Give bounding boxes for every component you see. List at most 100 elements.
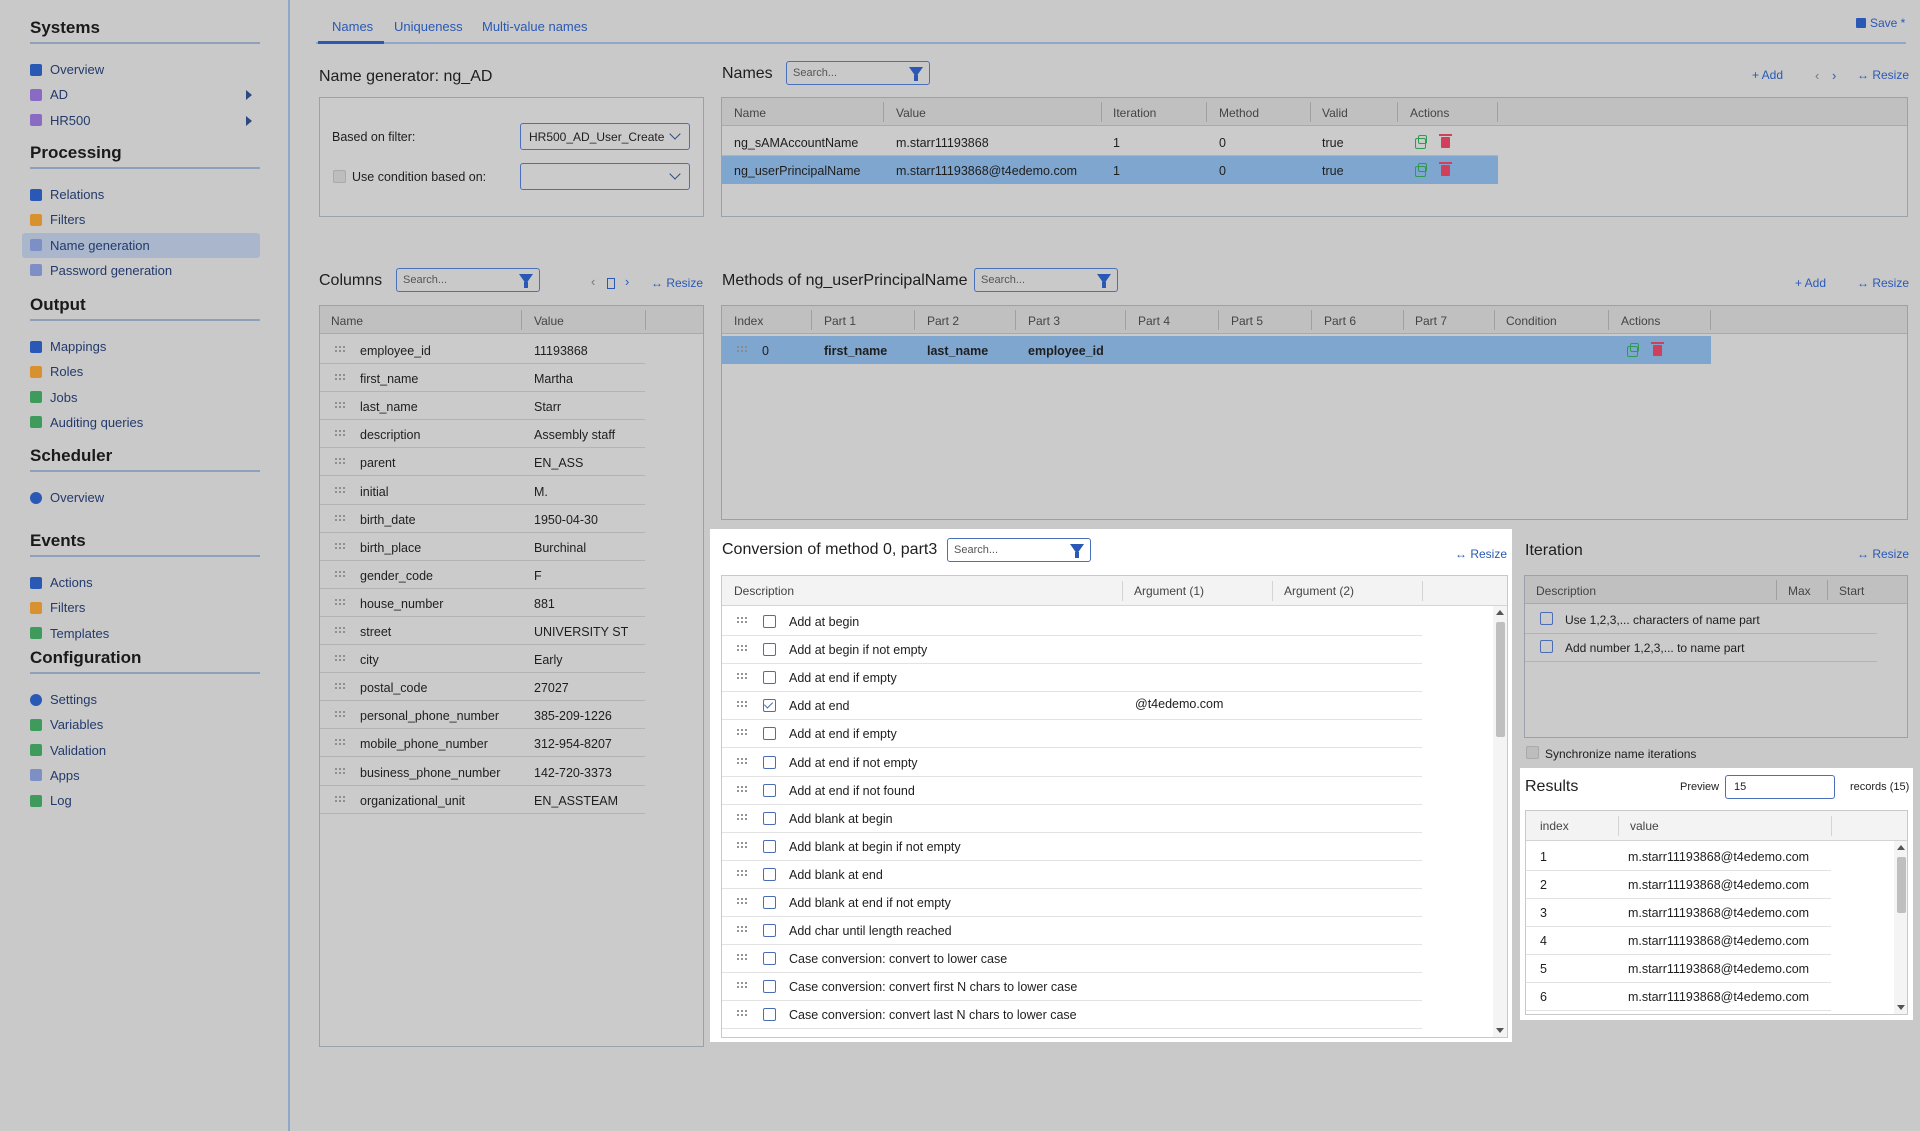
sidebar-item[interactable]: Name generation [22, 232, 260, 258]
expand-arrow-icon[interactable] [246, 90, 252, 101]
results-scrollbar[interactable] [1894, 841, 1907, 1014]
conversion-checkbox[interactable] [763, 980, 776, 994]
sidebar-item[interactable]: Overview [22, 57, 260, 82]
synchronize-iterations-checkbox[interactable] [1526, 746, 1539, 759]
expand-arrow-icon[interactable] [246, 115, 252, 126]
sidebar-item[interactable]: Auditing queries [22, 410, 260, 435]
drag-handle-icon[interactable] [736, 784, 748, 794]
conversion-checkbox[interactable] [763, 839, 776, 853]
copy-icon[interactable] [1415, 163, 1427, 177]
scroll-thumb[interactable] [1496, 622, 1505, 737]
drag-handle-icon[interactable] [334, 654, 346, 664]
sidebar-item[interactable]: Actions [22, 570, 260, 595]
sidebar-item[interactable]: AD [22, 82, 260, 107]
conversion-search-input[interactable]: Search... [947, 538, 1091, 562]
drag-handle-icon[interactable] [736, 700, 748, 710]
drag-handle-icon[interactable] [334, 457, 346, 467]
sidebar-item[interactable]: Apps [22, 763, 260, 788]
conversion-checkbox[interactable] [763, 671, 776, 685]
iteration-checkbox[interactable] [1540, 612, 1553, 625]
drag-handle-icon[interactable] [334, 626, 346, 635]
drag-handle-icon[interactable] [736, 840, 748, 850]
drag-handle-icon[interactable] [334, 373, 346, 383]
sidebar-item[interactable]: Overview [22, 485, 260, 510]
scroll-thumb[interactable] [1897, 857, 1906, 913]
names-next-icon[interactable]: › [1832, 68, 1836, 83]
drag-handle-icon[interactable] [334, 766, 346, 776]
columns-search-input[interactable]: Search... [396, 268, 540, 292]
method-part2[interactable]: last_name [927, 344, 988, 358]
tab-names[interactable]: Names [332, 19, 373, 34]
drag-handle-icon[interactable] [736, 728, 748, 738]
delete-icon[interactable] [1439, 134, 1452, 148]
methods-search-input[interactable]: Search... [974, 268, 1118, 292]
sidebar-item[interactable]: HR500 [22, 108, 260, 133]
sidebar-item[interactable]: Log [22, 788, 260, 813]
drag-handle-icon[interactable] [334, 513, 346, 523]
sidebar-item[interactable]: Relations [22, 182, 260, 207]
save-button[interactable]: Save * [1856, 16, 1905, 30]
drag-handle-icon[interactable] [736, 616, 748, 625]
delete-icon[interactable] [1439, 162, 1452, 176]
scroll-up-icon[interactable] [1496, 610, 1504, 615]
drag-handle-icon[interactable] [334, 345, 346, 354]
conversion-checkbox[interactable] [763, 924, 776, 938]
columns-resize-button[interactable]: ↔ Resize [651, 276, 703, 290]
conversion-checkbox[interactable] [763, 615, 776, 628]
conversion-checkbox[interactable] [763, 867, 776, 881]
iteration-checkbox[interactable] [1540, 640, 1553, 653]
drag-handle-icon[interactable] [736, 812, 748, 822]
sidebar-item[interactable]: Mappings [22, 334, 260, 359]
conversion-checkbox[interactable] [763, 952, 776, 966]
conversion-checkbox[interactable] [763, 783, 776, 797]
drag-handle-icon[interactable] [334, 794, 346, 804]
drag-handle-icon[interactable] [736, 897, 748, 906]
drag-handle-icon[interactable] [736, 953, 748, 963]
conversion-checkbox[interactable] [763, 643, 776, 657]
conversion-checkbox[interactable] [763, 811, 776, 825]
sidebar-item[interactable]: Variables [22, 712, 260, 737]
drag-handle-icon[interactable] [736, 345, 748, 354]
conversion-checkbox[interactable] [763, 1008, 776, 1022]
scroll-down-icon[interactable] [1496, 1028, 1504, 1033]
drag-handle-icon[interactable] [334, 429, 346, 439]
scroll-up-icon[interactable] [1897, 845, 1905, 850]
sidebar-item[interactable]: Password generation [22, 258, 260, 283]
conversion-resize-button[interactable]: ↔ Resize [1455, 547, 1507, 561]
conversion-scrollbar[interactable] [1493, 606, 1507, 1037]
drag-handle-icon[interactable] [334, 738, 346, 748]
columns-page-icon[interactable] [607, 278, 615, 289]
columns-next-icon[interactable]: › [625, 274, 629, 289]
names-add-button[interactable]: + Add [1752, 68, 1783, 82]
drag-handle-icon[interactable] [736, 1009, 748, 1019]
drag-handle-icon[interactable] [334, 569, 346, 579]
sidebar-item[interactable]: Templates [22, 621, 260, 646]
sidebar-item[interactable]: Settings [22, 687, 260, 712]
drag-handle-icon[interactable] [334, 401, 346, 411]
conversion-checkbox[interactable] [763, 755, 776, 769]
drag-handle-icon[interactable] [736, 672, 748, 682]
based-on-filter-select[interactable]: HR500_AD_User_Create [520, 123, 690, 150]
drag-handle-icon[interactable] [736, 868, 748, 878]
scroll-down-icon[interactable] [1897, 1005, 1905, 1010]
drag-handle-icon[interactable] [334, 485, 346, 495]
tab-multi-value-names[interactable]: Multi-value names [482, 19, 588, 34]
drag-handle-icon[interactable] [334, 597, 346, 607]
conversion-argument-1[interactable]: @t4edemo.com [1135, 697, 1223, 711]
use-condition-checkbox[interactable] [333, 170, 346, 183]
tab-uniqueness[interactable]: Uniqueness [394, 19, 463, 34]
drag-handle-icon[interactable] [736, 756, 748, 766]
sidebar-item[interactable]: Roles [22, 359, 260, 384]
drag-handle-icon[interactable] [334, 710, 346, 720]
preview-input[interactable]: 15 [1725, 775, 1835, 799]
use-condition-select[interactable] [520, 163, 690, 190]
sidebar-item[interactable]: Jobs [22, 385, 260, 410]
copy-icon[interactable] [1627, 343, 1639, 357]
iteration-resize-button[interactable]: ↔ Resize [1857, 547, 1909, 561]
drag-handle-icon[interactable] [334, 541, 346, 551]
names-resize-button[interactable]: ↔ Resize [1857, 68, 1909, 82]
names-search-input[interactable]: Search... [786, 61, 930, 85]
conversion-checkbox[interactable] [763, 896, 776, 909]
conversion-checkbox[interactable] [763, 727, 776, 741]
methods-add-button[interactable]: + Add [1795, 276, 1826, 290]
